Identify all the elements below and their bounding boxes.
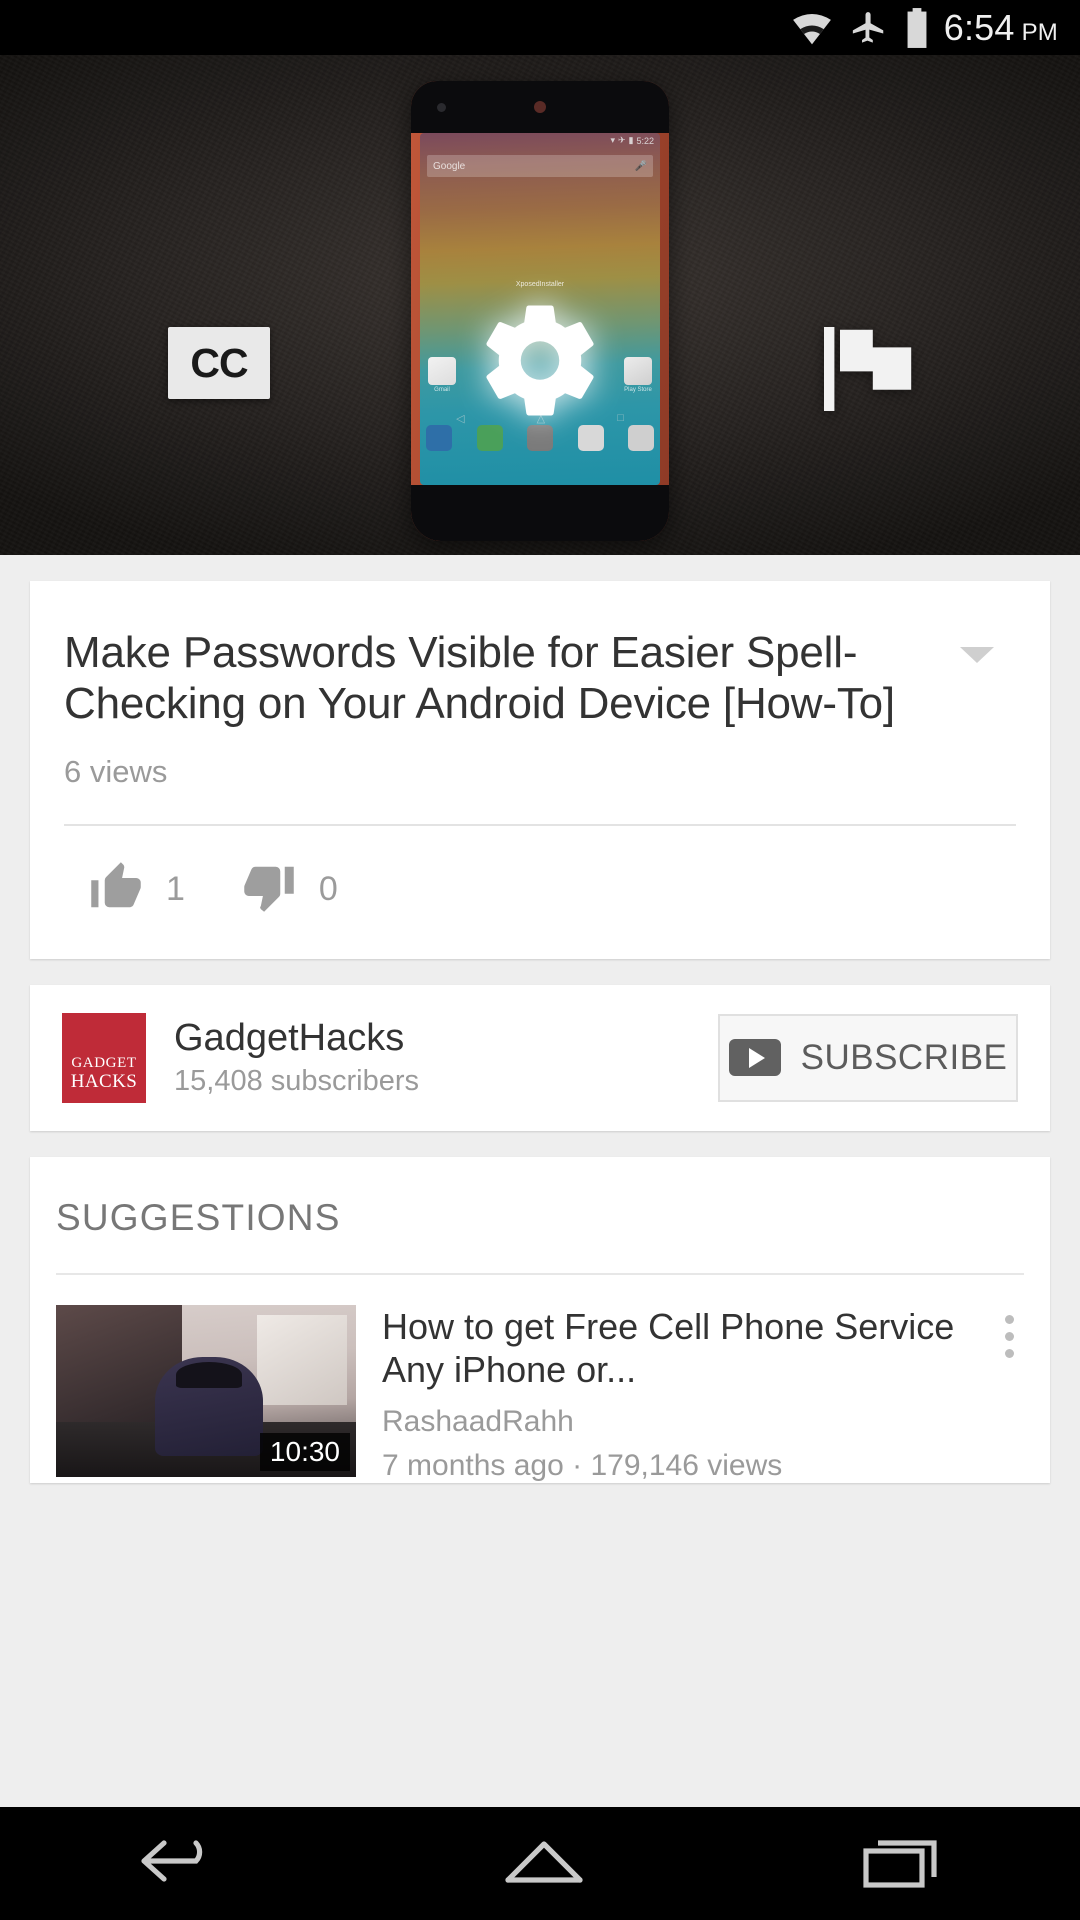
kebab-dot — [1004, 1314, 1014, 1324]
like-button[interactable]: 1 — [88, 860, 185, 919]
suggestion-meta: How to get Free Cell Phone Service Any i… — [382, 1305, 968, 1483]
status-bar: 6:54 PM — [0, 0, 1080, 55]
avatar-line-1: GADGET — [71, 1055, 137, 1072]
wifi-icon — [790, 10, 834, 46]
thumbs-up-icon — [88, 860, 144, 919]
phone-clock: 5:22 — [636, 135, 654, 146]
recent-apps-icon[interactable] — [860, 1833, 944, 1894]
android-navigation-bar — [0, 1807, 1080, 1920]
suggestion-title: How to get Free Cell Phone Service Any i… — [382, 1305, 955, 1391]
clock-ampm: PM — [1021, 18, 1058, 46]
playstore-icon — [624, 357, 652, 385]
flag-icon[interactable] — [820, 325, 920, 418]
phone-app-label: XposedInstaller — [515, 281, 565, 288]
suggestions-card: SUGGESTIONS 10:30 How to get Free Cell P… — [30, 1156, 1050, 1484]
phone-bezel-bottom — [411, 485, 669, 541]
subscribe-button[interactable]: SUBSCRIBE — [718, 1013, 1018, 1102]
rating-row: 1 0 — [64, 826, 1016, 929]
dislike-button[interactable]: 0 — [241, 860, 338, 919]
phone-mic-icon: 🎤 — [634, 160, 647, 172]
phone-app-playstore: Play Store — [624, 357, 652, 393]
suggestion-thumbnail[interactable]: 10:30 — [56, 1304, 356, 1477]
phone-status-bar: ▾ ✈ ▮ 5:22 — [610, 135, 654, 146]
phone-bezel-top — [411, 81, 669, 133]
phone-back-icon: ◁ — [456, 412, 465, 425]
status-bar-clock: 6:54 PM — [944, 7, 1058, 49]
channel-card[interactable]: GADGET HACKS GadgetHacks 15,408 subscrib… — [30, 984, 1050, 1131]
gmail-icon — [428, 357, 456, 385]
subscribe-label: SUBSCRIBE — [800, 1037, 1008, 1077]
clock-time: 6:54 — [943, 6, 1015, 48]
video-duration-badge: 10:30 — [259, 1432, 350, 1471]
view-count: 6 views — [64, 753, 168, 789]
cc-label: CC — [190, 339, 248, 386]
gmail-label: Gmail — [434, 387, 450, 393]
dislike-count: 0 — [318, 869, 338, 908]
suggestion-channel: RashaadRahh — [382, 1405, 574, 1439]
phone-app-gmail: Gmail — [428, 357, 456, 393]
youtube-play-icon — [728, 1039, 781, 1077]
avatar-line-2: HACKS — [70, 1070, 138, 1092]
phone-wifi-icon: ▾ — [610, 135, 615, 145]
battery-icon — [904, 7, 930, 49]
video-detail-content: Make Passwords Visible for Easier Spell-… — [0, 581, 1080, 1484]
phone-camera — [437, 103, 446, 112]
phone-app-xposed: XposedInstaller — [516, 281, 564, 288]
avatar[interactable]: GADGET HACKS — [62, 1012, 146, 1103]
channel-meta: GadgetHacks 15,408 subscribers — [174, 1016, 690, 1099]
kebab-menu-icon[interactable] — [994, 1305, 1024, 1483]
phone-google-search-bar: Google 🎤 — [427, 155, 653, 177]
kebab-dot — [1004, 1348, 1014, 1358]
phone-airplane-icon: ✈ — [617, 135, 626, 145]
gear-icon[interactable] — [474, 295, 606, 432]
kebab-dot — [1004, 1331, 1014, 1341]
channel-name: GadgetHacks — [174, 1016, 405, 1059]
video-info-card: Make Passwords Visible for Easier Spell-… — [30, 581, 1050, 959]
closed-captions-button[interactable]: CC — [168, 327, 270, 399]
playstore-label: Play Store — [624, 387, 652, 393]
phone-earpiece — [534, 101, 546, 113]
phone-battery-icon: ▮ — [628, 135, 634, 145]
subscriber-count: 15,408 subscribers — [174, 1065, 420, 1098]
back-icon[interactable] — [136, 1833, 228, 1894]
video-player[interactable]: ▾ ✈ ▮ 5:22 Google 🎤 XposedInstaller Gmai… — [0, 55, 1080, 555]
airplane-mode-icon — [848, 9, 890, 47]
suggestion-stats: 7 months ago · 179,146 views — [382, 1449, 783, 1483]
thumbnail-cap — [176, 1361, 242, 1388]
thumbs-down-icon — [241, 860, 297, 919]
phone-recents-icon: □ — [617, 412, 624, 424]
home-icon[interactable] — [500, 1834, 588, 1893]
page-title: Make Passwords Visible for Easier Spell-… — [64, 628, 895, 729]
thumbnail-monitor — [257, 1315, 347, 1405]
chevron-down-icon[interactable] — [960, 647, 994, 663]
suggestions-header: SUGGESTIONS — [56, 1196, 341, 1238]
like-count: 1 — [166, 869, 185, 908]
list-item[interactable]: 10:30 How to get Free Cell Phone Service… — [30, 1275, 1050, 1483]
phone-search-placeholder: Google — [433, 160, 466, 172]
